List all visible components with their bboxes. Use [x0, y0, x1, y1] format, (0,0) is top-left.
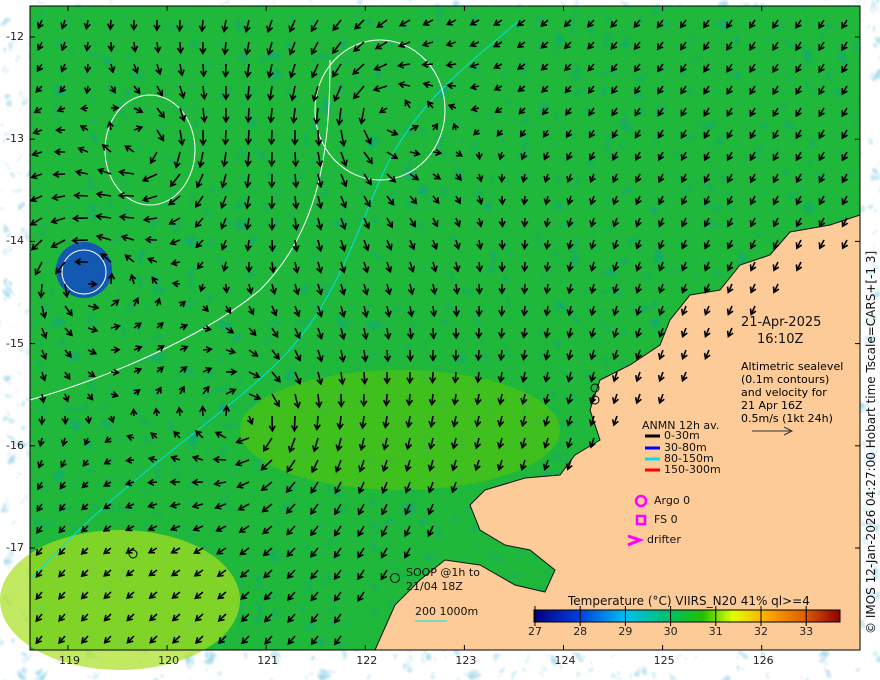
- lon-tick-label: 122: [356, 654, 378, 667]
- argo-label: Argo 0: [654, 494, 691, 507]
- anmn-label: 150-300m: [664, 463, 721, 476]
- note-line: Altimetric sealevel: [741, 360, 844, 373]
- lon-tick-label: 119: [59, 654, 80, 667]
- lon-tick-label: 123: [455, 654, 477, 667]
- drifter-label: drifter: [647, 533, 681, 546]
- lon-tick-label: 125: [653, 654, 675, 667]
- colorbar-tick-label: 33: [799, 625, 814, 638]
- lon-tick-label: 120: [158, 654, 180, 667]
- lon-tick-label: 124: [554, 654, 576, 667]
- lat-tick-label: -14: [6, 234, 24, 248]
- colorbar-tick-label: 27: [528, 625, 542, 638]
- note-line: (0.1m contours): [741, 373, 830, 386]
- time-label: 16:10Z: [757, 332, 804, 347]
- lon-tick-label: 126: [752, 654, 774, 667]
- credit-text: © IMOS 12-Jan-2026 04:27:00 Hobart time …: [864, 250, 878, 634]
- note-line: 0.5m/s (1kt 24h): [741, 412, 833, 425]
- soop-label: SOOP @1h to: [406, 566, 480, 579]
- lat-tick-label: -17: [6, 541, 24, 554]
- date-label: 21-Apr-2025: [741, 315, 822, 330]
- isobath-legend-label: 200 1000m: [415, 605, 479, 618]
- altimetry-note: Altimetric sealevel (0.1m contours) and …: [741, 360, 843, 425]
- note-line: 21 Apr 16Z: [741, 399, 803, 412]
- warm-patch: [0, 530, 240, 670]
- colorbar-tick-label: 29: [618, 625, 633, 638]
- colorbar-title: Temperature (°C) VIIRS_N20 41% ql>=4: [568, 594, 810, 608]
- note-line: and velocity for: [741, 386, 827, 399]
- lat-tick-label: -12: [6, 30, 24, 43]
- colorbar-tick-label: 31: [708, 625, 723, 638]
- colorbar-tick-label: 28: [573, 625, 588, 638]
- lat-tick-label: -13: [6, 132, 24, 146]
- ocean-current-map: 21-Apr-2025 16:10Z Altimetric sealevel (…: [0, 0, 880, 680]
- lon-tick-label: 121: [257, 654, 279, 667]
- lat-tick-label: -15: [6, 336, 24, 350]
- lat-tick-label: -16: [6, 438, 24, 452]
- soop-label: 21/04 18Z: [406, 580, 463, 593]
- colorbar-tick-label: 32: [754, 625, 768, 638]
- fs-label: FS 0: [654, 513, 678, 526]
- colorbar-tick-label: 30: [663, 625, 678, 638]
